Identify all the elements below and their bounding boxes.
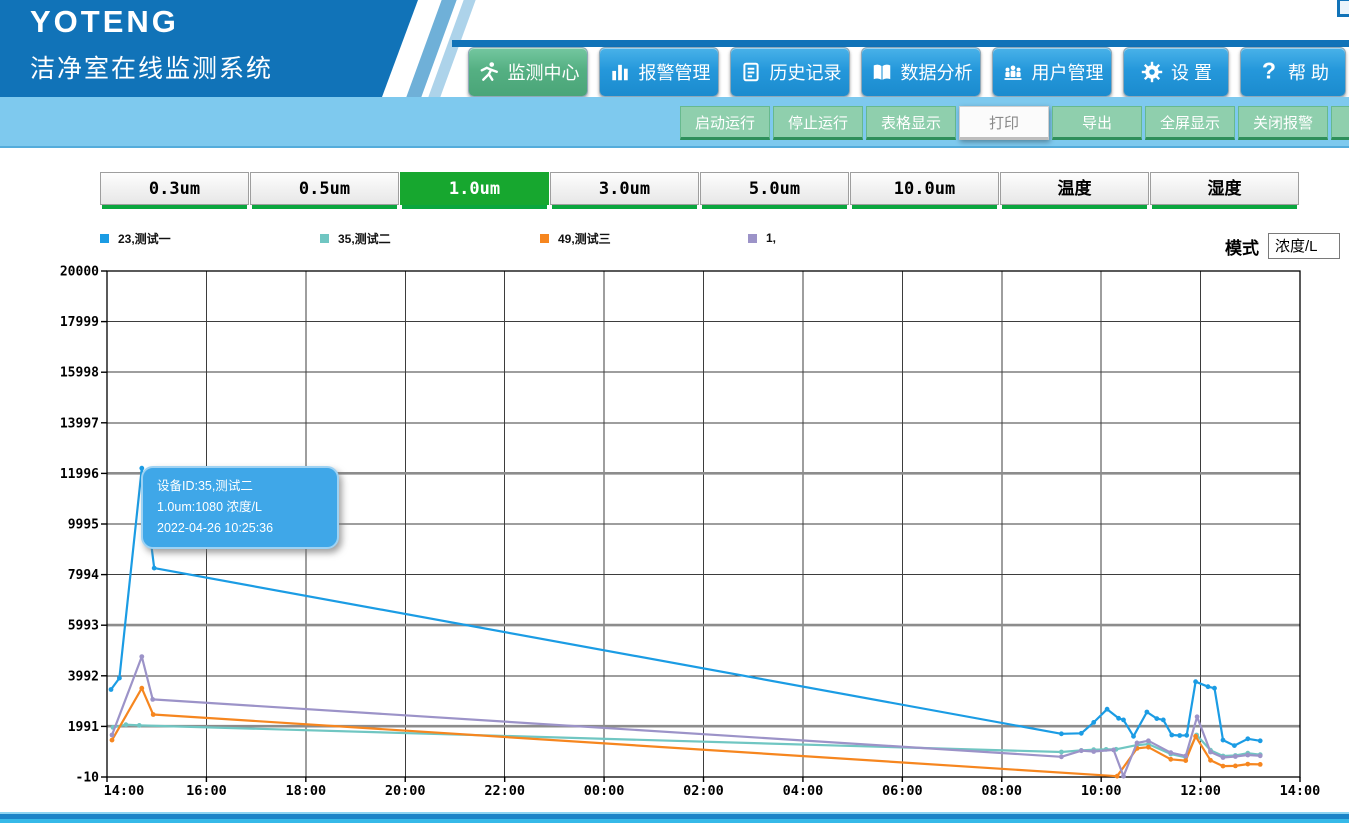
data-point-marker (1091, 720, 1096, 725)
data-point-marker (137, 723, 142, 728)
x-axis-label: 08:00 (981, 783, 1022, 799)
data-point-marker (1193, 679, 1198, 684)
data-point-marker (1245, 736, 1250, 741)
data-point-marker (1121, 718, 1126, 723)
data-point-marker (117, 676, 122, 681)
chart-tooltip: 设备ID:35,测试二 1.0um:1080 浓度/L 2022-04-26 1… (141, 466, 339, 549)
bottom-bar (0, 812, 1349, 823)
y-axis-label: 17999 (60, 315, 99, 330)
data-point-marker (1079, 748, 1084, 753)
data-point-marker (1168, 757, 1173, 762)
data-point-marker (1079, 731, 1084, 736)
tooltip-device-line: 设备ID:35,测试二 (157, 476, 327, 497)
y-axis-label: -10 (76, 771, 100, 786)
y-axis-label: 5993 (68, 619, 99, 634)
data-point-marker (1121, 774, 1126, 779)
data-point-marker (1232, 743, 1237, 748)
data-point-marker (1177, 733, 1182, 738)
data-point-marker (1208, 758, 1213, 763)
data-point-marker (1233, 754, 1238, 759)
y-axis-label: 13997 (60, 416, 99, 431)
x-axis-label: 16:00 (186, 783, 227, 799)
y-axis-label: 15998 (60, 366, 99, 381)
tooltip-value-line: 1.0um:1080 浓度/L (157, 497, 327, 518)
data-point-marker (1146, 738, 1151, 743)
data-point-marker (1059, 750, 1064, 755)
data-point-marker (1258, 738, 1263, 743)
data-point-marker (1145, 710, 1150, 715)
data-point-marker (1154, 716, 1159, 721)
data-point-marker (1212, 686, 1217, 691)
data-point-marker (139, 654, 144, 659)
x-axis-label: 02:00 (683, 783, 724, 799)
data-point-marker (1208, 750, 1213, 755)
tooltip-time-line: 2022-04-26 10:25:36 (157, 518, 327, 539)
data-point-marker (152, 566, 157, 571)
data-point-marker (1059, 731, 1064, 736)
data-point-marker (1059, 754, 1064, 759)
data-point-marker (1116, 716, 1121, 721)
data-point-marker (1221, 764, 1226, 769)
data-point-marker (1233, 764, 1238, 769)
x-axis-label: 18:00 (286, 783, 327, 799)
x-axis-label: 14:00 (1280, 783, 1321, 799)
y-axis-label: 11996 (60, 467, 99, 482)
data-point-marker (109, 687, 114, 692)
data-point-marker (1091, 749, 1096, 754)
data-point-marker (1105, 707, 1110, 712)
data-point-marker (151, 712, 156, 717)
x-axis-label: 06:00 (882, 783, 923, 799)
data-point-marker (1146, 745, 1151, 750)
series-line (113, 725, 1260, 758)
line-chart[interactable]: 14:00 16:00 18:00 20:00 22:00 00:00 02:00 04:00… (0, 0, 1349, 823)
window-corner-glyph (1337, 0, 1349, 17)
y-axis-label: 3992 (68, 669, 99, 684)
x-axis-label: 22:00 (484, 783, 525, 799)
data-point-marker (1193, 734, 1198, 739)
x-axis-label: 12:00 (1180, 783, 1221, 799)
data-point-marker (1161, 718, 1166, 723)
x-axis-label: 04:00 (783, 783, 824, 799)
data-point-marker (1245, 753, 1250, 758)
data-point-marker (1206, 684, 1211, 689)
data-point-marker (1221, 738, 1226, 743)
data-point-marker (110, 738, 115, 743)
data-point-marker (1258, 762, 1263, 767)
x-axis-label: 10:00 (1081, 783, 1122, 799)
data-point-marker (1183, 754, 1188, 759)
data-point-marker (1169, 733, 1174, 738)
data-point-marker (1111, 748, 1116, 753)
series-line (112, 657, 1260, 777)
data-point-marker (1184, 733, 1189, 738)
data-point-marker (1195, 714, 1200, 719)
data-point-marker (1258, 753, 1263, 758)
x-axis-label: 14:00 (104, 783, 145, 799)
data-point-marker (124, 722, 129, 727)
data-point-marker (1245, 762, 1250, 767)
data-point-marker (1131, 734, 1136, 739)
x-axis-label: 00:00 (584, 783, 625, 799)
data-point-marker (1183, 758, 1188, 763)
data-point-marker (110, 733, 115, 738)
y-axis-label: 20000 (60, 265, 99, 280)
y-axis-label: 9995 (68, 518, 99, 533)
data-point-marker (1221, 755, 1226, 760)
data-point-marker (1115, 774, 1120, 779)
data-point-marker (150, 697, 155, 702)
x-axis-label: 20:00 (385, 783, 426, 799)
data-point-marker (139, 686, 144, 691)
data-point-marker (1168, 750, 1173, 755)
y-axis-label: 7994 (68, 568, 99, 583)
y-axis-label: 1991 (68, 720, 99, 735)
data-point-marker (1135, 741, 1140, 746)
